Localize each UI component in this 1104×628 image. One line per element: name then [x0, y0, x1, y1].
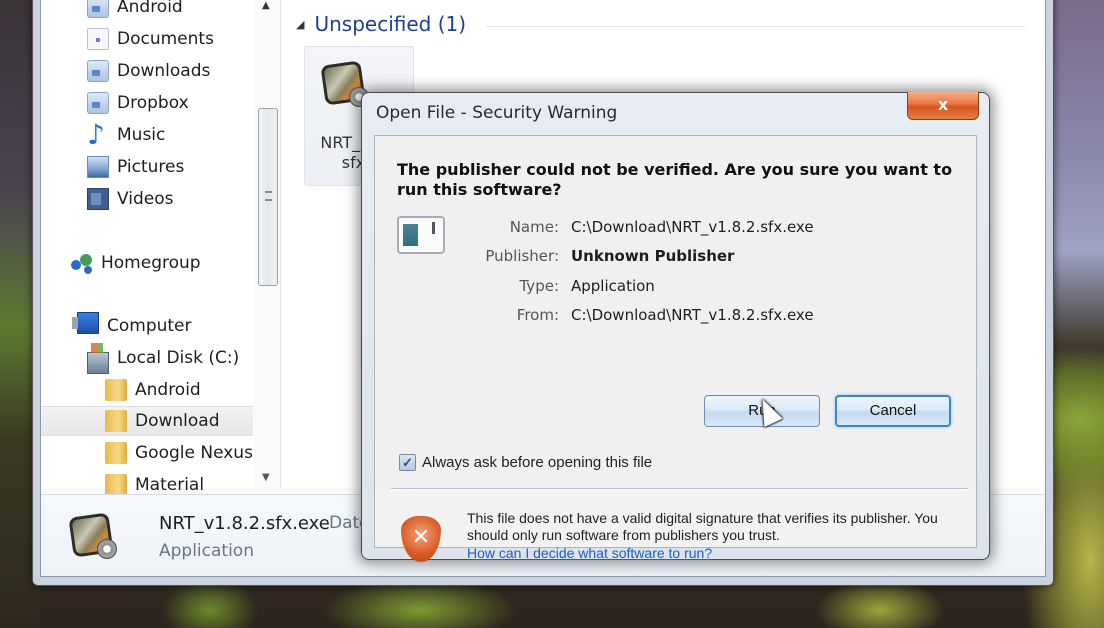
nav-item-label: Documents	[117, 29, 214, 49]
documents-icon	[87, 28, 109, 50]
nav-item-folder-google-nexus[interactable]: Google Nexus 4	[105, 438, 253, 468]
info-value: Application	[571, 277, 655, 295]
scroll-up-arrow-icon[interactable]: ▲	[262, 0, 270, 11]
nav-item-label: Material	[135, 475, 205, 495]
info-key: Name:	[509, 218, 559, 236]
dialog-title: Open File - Security Warning	[376, 103, 618, 123]
info-row-type: Type: Application	[419, 277, 655, 295]
nav-item-label: Local Disk (C:)	[117, 348, 240, 368]
folder-icon	[105, 442, 127, 464]
nav-item-label: Downloads	[117, 61, 211, 81]
homegroup-icon	[71, 252, 93, 274]
nav-item-videos[interactable]: Videos	[87, 184, 174, 214]
disk-icon	[87, 343, 109, 374]
nav-item-homegroup[interactable]: Homegroup	[71, 248, 201, 278]
security-warning-dialog: Open File - Security Warning x The publi…	[361, 92, 990, 562]
always-ask-label: Always ask before opening this file	[422, 454, 653, 471]
library-icon	[87, 0, 109, 18]
folder-icon	[105, 379, 127, 401]
warning-heading: The publisher could not be verified. Are…	[397, 160, 953, 199]
group-header[interactable]: ◢ Unspecified (1)	[296, 12, 466, 36]
nav-item-folder-download[interactable]: Download	[41, 406, 253, 436]
collapse-triangle-icon[interactable]: ◢	[296, 18, 304, 31]
always-ask-option[interactable]: ✓ Always ask before opening this file	[399, 454, 652, 471]
nav-item-label: Download	[135, 411, 220, 431]
nav-scrollbar[interactable]: ▲ ▼	[254, 0, 280, 488]
nav-item-folder-android[interactable]: Android	[105, 375, 201, 405]
nav-item-label: Google Nexus 4	[135, 443, 253, 463]
library-icon	[87, 92, 109, 114]
nav-item-label: Homegroup	[101, 253, 201, 273]
videos-icon	[87, 188, 109, 210]
dialog-footer: ✕ This file does not have a valid digita…	[375, 490, 976, 562]
close-button[interactable]: x	[907, 92, 979, 120]
help-link[interactable]: How can I decide what software to run?	[467, 545, 712, 561]
nav-item-label: Dropbox	[117, 93, 189, 113]
nav-item-local-disk[interactable]: Local Disk (C:)	[87, 343, 240, 374]
library-icon	[87, 60, 109, 82]
security-shield-icon: ✕	[401, 516, 441, 562]
info-value: C:\Download\NRT_v1.8.2.sfx.exe	[571, 218, 814, 236]
group-divider	[486, 26, 1025, 27]
nav-item-label: Pictures	[117, 157, 185, 177]
info-row-name: Name: C:\Download\NRT_v1.8.2.sfx.exe	[419, 218, 814, 236]
info-value: Unknown Publisher	[571, 247, 735, 265]
application-icon	[67, 509, 119, 561]
dialog-body: The publisher could not be verified. Are…	[374, 135, 977, 562]
nav-item-label: Android	[117, 0, 183, 17]
nav-item-label: Android	[135, 380, 201, 400]
scroll-down-arrow-icon[interactable]: ▼	[262, 472, 270, 483]
details-file-type: Application	[159, 541, 254, 561]
navigation-pane: Android Documents Downloads Dropbox Musi…	[41, 0, 281, 496]
nav-item-android-library[interactable]: Android	[87, 0, 183, 22]
nav-item-dropbox[interactable]: Dropbox	[87, 88, 189, 118]
always-ask-checkbox[interactable]: ✓	[399, 454, 416, 471]
footer-warning-text: This file does not have a valid digital …	[467, 510, 938, 543]
folder-icon	[105, 410, 127, 432]
info-row-from: From: C:\Download\NRT_v1.8.2.sfx.exe	[419, 306, 814, 324]
info-key: Type:	[519, 277, 559, 295]
music-icon	[87, 118, 109, 151]
info-value: C:\Download\NRT_v1.8.2.sfx.exe	[571, 306, 814, 324]
grip-icon	[265, 191, 272, 201]
info-row-publisher: Publisher: Unknown Publisher	[419, 247, 734, 265]
info-key: Publisher:	[485, 247, 559, 265]
nav-item-label: Computer	[107, 316, 192, 336]
nav-item-computer[interactable]: Computer	[72, 311, 192, 341]
nav-item-music[interactable]: Music	[87, 118, 166, 151]
nav-item-documents[interactable]: Documents	[87, 24, 214, 54]
gear-icon	[97, 539, 117, 559]
nav-item-pictures[interactable]: Pictures	[87, 152, 184, 182]
computer-icon	[72, 312, 99, 334]
info-key: From:	[516, 306, 559, 324]
nav-item-label: Videos	[117, 189, 174, 209]
nav-item-label: Music	[117, 125, 166, 145]
group-header-label: Unspecified (1)	[314, 12, 467, 36]
details-file-name: NRT_v1.8.2.sfx.exe	[159, 513, 330, 534]
pictures-icon	[87, 156, 109, 178]
folder-icon	[105, 474, 127, 496]
nav-item-downloads[interactable]: Downloads	[87, 56, 210, 86]
close-icon: x	[937, 95, 949, 114]
cancel-button[interactable]: Cancel	[835, 395, 951, 427]
scrollbar-thumb[interactable]	[258, 108, 278, 286]
